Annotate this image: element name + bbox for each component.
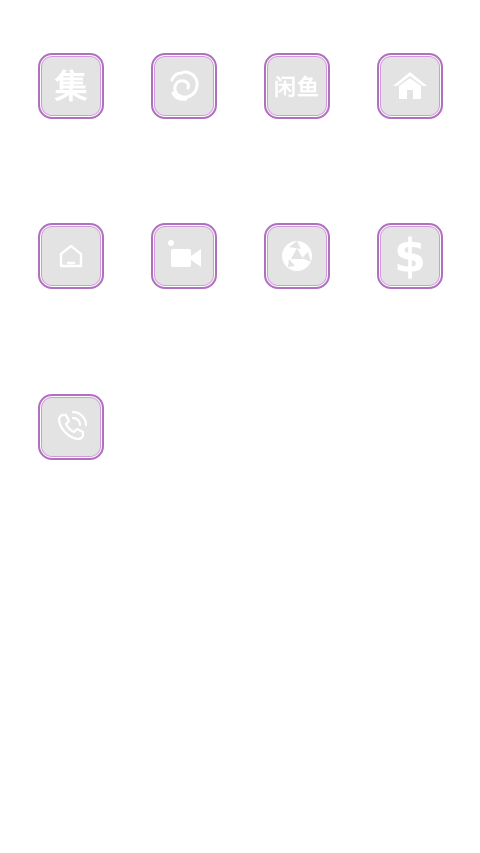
app-icon-dollar[interactable]: $ xyxy=(377,223,443,289)
app-icon-phone[interactable] xyxy=(38,394,104,460)
app-icon-ji[interactable]: 集 xyxy=(38,53,104,119)
swirl-icon xyxy=(170,70,199,101)
app-icon-grid: 集 闲鱼 $ xyxy=(0,0,480,853)
app-icon-text-logo[interactable]: 闲鱼 xyxy=(264,53,330,119)
app-icon-smart-home[interactable] xyxy=(38,223,104,289)
app-icon-video-camera[interactable] xyxy=(151,223,217,289)
aperture-icon xyxy=(282,241,312,271)
house-icon xyxy=(393,72,427,99)
ji-character-icon: 集 xyxy=(54,66,88,106)
app-icon-home[interactable] xyxy=(377,53,443,119)
text-logo-icon: 闲鱼 xyxy=(273,76,320,101)
phone-call-icon xyxy=(57,410,88,441)
app-icon-swirl[interactable] xyxy=(151,53,217,119)
outline-house-icon xyxy=(59,244,83,268)
dollar-icon: $ xyxy=(393,229,426,283)
app-icon-aperture[interactable] xyxy=(264,223,330,289)
video-camera-icon xyxy=(168,240,201,267)
